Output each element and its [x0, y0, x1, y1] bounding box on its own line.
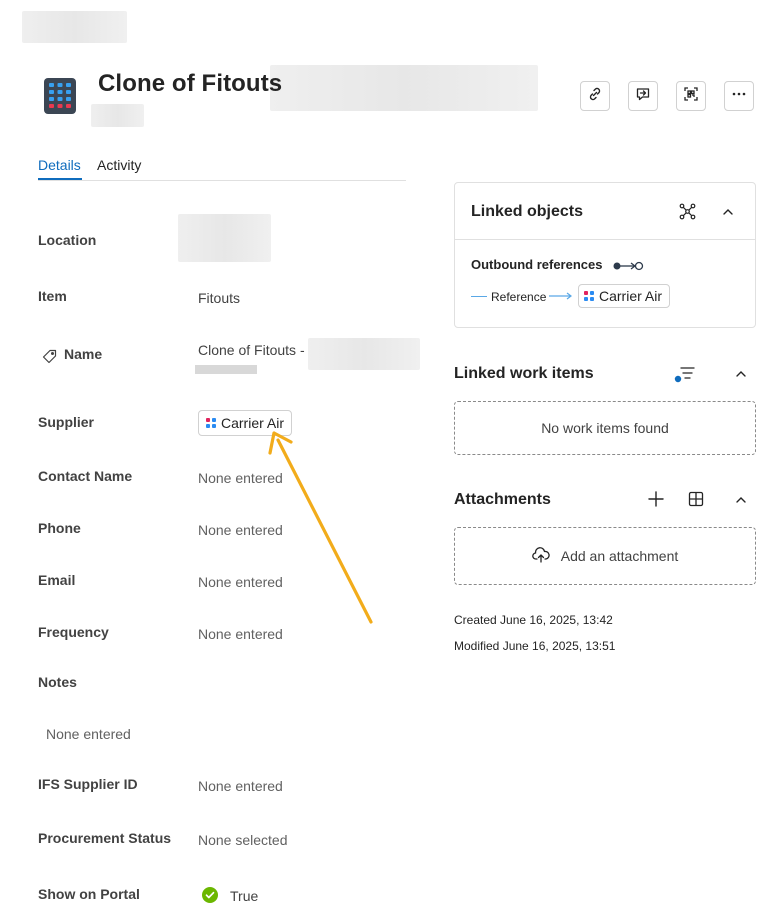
scan-qr-button[interactable]	[676, 81, 706, 111]
contact-name-label: Contact Name	[38, 468, 133, 484]
card-divider	[455, 239, 755, 240]
empty-state-text: No work items found	[541, 420, 669, 436]
link-icon	[587, 86, 603, 107]
attachments-title: Attachments	[454, 491, 551, 508]
more-options-button[interactable]	[724, 81, 754, 111]
redacted-name-suffix	[308, 338, 420, 370]
graph-view-icon[interactable]	[679, 203, 696, 225]
send-to-chat-button[interactable]	[628, 81, 658, 111]
ifs-supplier-id-value[interactable]: None entered	[198, 778, 283, 794]
item-value[interactable]: Fitouts	[198, 290, 240, 306]
scan-icon	[683, 86, 699, 107]
linked-objects-title: Linked objects	[471, 203, 584, 220]
ifs-supplier-id-label: IFS Supplier ID	[38, 776, 138, 792]
reference-target-label: Carrier Air	[599, 288, 663, 304]
modified-timestamp: Modified June 16, 2025, 13:51	[454, 639, 616, 653]
add-attachment-dropzone[interactable]: Add an attachment	[454, 527, 756, 585]
tab-details[interactable]: Details	[38, 157, 81, 173]
email-label: Email	[38, 572, 76, 588]
location-label: Location	[38, 232, 97, 248]
filter-icon[interactable]	[674, 365, 696, 390]
chevron-up-icon[interactable]	[721, 205, 735, 224]
work-items-empty-state: No work items found	[454, 401, 756, 455]
annotation-arrow	[268, 431, 373, 624]
redacted-breadcrumb	[22, 11, 127, 43]
linked-objects-card: Linked objects Outbound references Refer…	[454, 182, 756, 328]
page-title: Clone of Fitouts	[98, 70, 283, 97]
add-attachment-label: Add an attachment	[560, 548, 679, 564]
frequency-label: Frequency	[38, 624, 109, 640]
reference-target-chip[interactable]: Carrier Air	[578, 284, 671, 308]
redacted-title-suffix	[270, 65, 538, 111]
object-type-icon	[584, 291, 594, 301]
name-value[interactable]: Clone of Fitouts -	[198, 342, 305, 358]
item-label: Item	[38, 288, 67, 304]
redacted-location-value	[178, 214, 271, 262]
copy-link-button[interactable]	[580, 81, 610, 111]
building-icon	[44, 78, 76, 114]
reference-label: Reference	[491, 290, 547, 304]
redacted-subtitle	[91, 104, 144, 127]
show-on-portal-value[interactable]: True	[230, 888, 258, 904]
created-timestamp: Created June 16, 2025, 13:42	[454, 613, 613, 627]
notes-label: Notes	[38, 674, 77, 690]
linked-work-items-title: Linked work items	[454, 365, 594, 382]
show-on-portal-label: Show on Portal	[38, 886, 140, 902]
cloud-upload-icon	[531, 546, 550, 566]
tag-icon	[42, 349, 57, 369]
more-icon	[731, 86, 747, 107]
procurement-status-label: Procurement Status	[38, 830, 172, 846]
outbound-references-label: Outbound references	[471, 257, 603, 272]
redacted-name-line2	[195, 365, 257, 374]
grid-view-icon[interactable]	[688, 491, 704, 512]
notes-value[interactable]: None entered	[46, 726, 131, 742]
reference-arrow-icon	[549, 289, 573, 307]
supplier-label: Supplier	[38, 414, 95, 430]
name-label: Name	[64, 346, 103, 362]
check-circle-icon	[202, 887, 218, 908]
chevron-up-icon[interactable]	[734, 367, 748, 386]
tab-activity[interactable]: Activity	[97, 157, 141, 173]
tab-divider	[38, 180, 406, 181]
object-type-icon	[206, 418, 216, 428]
reference-line	[471, 296, 487, 297]
chat-arrow-icon	[635, 86, 651, 107]
add-icon[interactable]	[648, 491, 664, 512]
procurement-status-value[interactable]: None selected	[198, 832, 288, 848]
outbound-arrow-icon	[613, 259, 645, 277]
phone-label: Phone	[38, 520, 81, 536]
chevron-up-icon[interactable]	[734, 493, 748, 512]
